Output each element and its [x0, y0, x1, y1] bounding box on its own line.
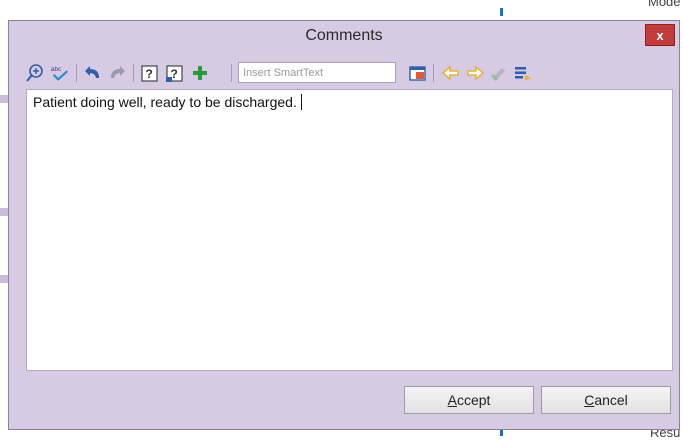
title-bar[interactable]: Comments x	[9, 21, 679, 53]
editor-toolbar: abc ? ?	[23, 61, 673, 85]
text-cursor	[300, 94, 302, 110]
zoom-in-icon[interactable]	[25, 63, 45, 83]
cancel-button[interactable]: Cancel	[541, 386, 671, 414]
accept-mnemonic: A	[447, 392, 457, 408]
svg-text:?: ?	[146, 67, 153, 81]
accept-label-rest: ccept	[456, 392, 491, 408]
background-marker	[500, 8, 503, 16]
undo-icon[interactable]	[83, 63, 103, 83]
accept-button[interactable]: Accept	[404, 386, 534, 414]
cancel-mnemonic: C	[584, 392, 595, 408]
add-icon[interactable]	[190, 63, 210, 83]
svg-text:abc: abc	[51, 66, 62, 73]
help-icon[interactable]: ?	[140, 63, 160, 83]
smarttext-input[interactable]	[238, 62, 396, 83]
dialog-title: Comments	[305, 27, 383, 44]
background-label: Mode	[648, 0, 681, 9]
comment-editor[interactable]: Patient doing well, ready to be discharg…	[26, 89, 673, 371]
redo-icon[interactable]	[107, 63, 127, 83]
insert-list-icon[interactable]	[513, 63, 533, 83]
spellcheck-icon[interactable]: abc	[50, 63, 70, 83]
toolbar-separator	[231, 64, 232, 82]
comments-dialog: Comments x abc ? ? Insert SmartText Pati…	[8, 20, 680, 430]
help-next-icon[interactable]: ?	[165, 63, 185, 83]
smarttext-browse-icon[interactable]	[408, 63, 428, 83]
toolbar-separator	[133, 64, 134, 82]
arrow-left-icon[interactable]	[441, 63, 461, 83]
comment-text: Patient doing well, ready to be discharg…	[33, 94, 297, 110]
sign-icon[interactable]	[489, 63, 509, 83]
cancel-label-rest: ancel	[594, 392, 628, 408]
toolbar-separator	[433, 64, 434, 82]
close-button[interactable]: x	[645, 24, 675, 46]
toolbar-separator	[76, 64, 77, 82]
arrow-right-icon[interactable]	[465, 63, 485, 83]
